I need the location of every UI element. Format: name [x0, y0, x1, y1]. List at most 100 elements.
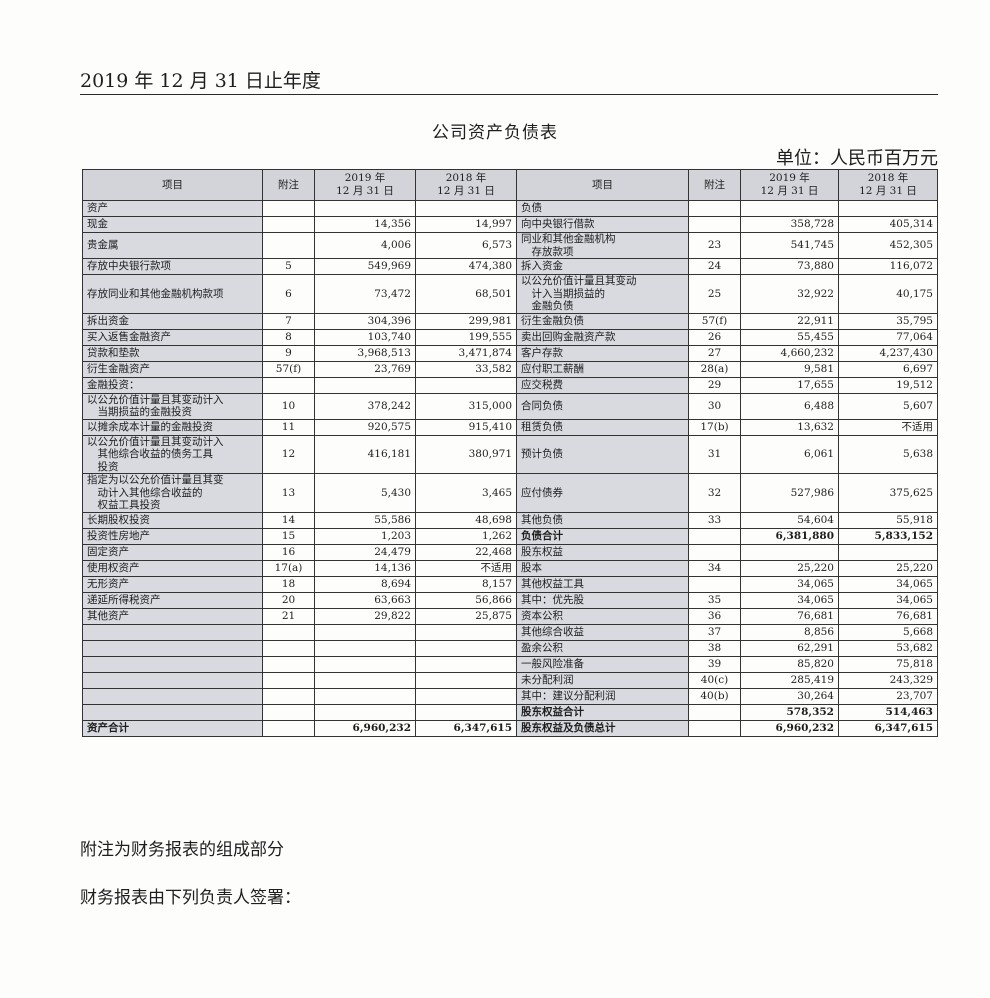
left-note-cell — [262, 655, 315, 673]
left-2019-cell: 1,203 — [314, 527, 416, 545]
left-item-cell: 现金 — [82, 216, 263, 233]
left-note-cell — [262, 703, 315, 721]
right-item-cell: 股东权益合计 — [516, 703, 689, 721]
left-2019-cell — [314, 200, 416, 217]
left-item-cell: 资产合计 — [82, 719, 263, 737]
right-note-cell — [688, 575, 741, 593]
right-2018-cell: 116,072 — [838, 258, 938, 275]
left-item-cell: 贵金属 — [82, 232, 263, 259]
right-note-cell: 37 — [688, 623, 741, 641]
right-2018-cell: 19,512 — [838, 376, 938, 394]
balance-sheet-table: 项目 附注 2019 年 12 月 31 日 2018 年 12 月 31 日 项目… — [82, 169, 938, 737]
right-note-cell — [688, 216, 741, 233]
right-2019-cell: 62,291 — [740, 639, 839, 657]
left-2018-cell: 不适用 — [415, 559, 517, 577]
col-header-2019: 2019 年 12 月 31 日 — [740, 169, 839, 201]
right-2019-cell: 55,455 — [740, 328, 839, 346]
table-row: 以公允价值计量且其变动计入 当期损益的金融投资 10 378,242 315,000 合… — [82, 392, 938, 420]
table-row: 资产 负债 — [82, 200, 938, 217]
left-note-cell: 20 — [262, 591, 315, 609]
right-2018-cell: 34,065 — [838, 575, 938, 593]
right-item-cell: 客户存款 — [516, 344, 689, 362]
left-2019-cell: 416,181 — [314, 434, 416, 474]
left-2019-cell: 23,769 — [314, 360, 416, 378]
right-2019-cell — [740, 200, 839, 217]
right-note-cell: 27 — [688, 344, 741, 362]
right-2018-cell: 375,625 — [838, 473, 938, 513]
left-note-cell: 6 — [262, 274, 315, 314]
right-2019-cell: 30,264 — [740, 687, 839, 705]
left-note-cell: 10 — [262, 392, 315, 420]
right-2019-cell: 6,488 — [740, 392, 839, 420]
right-2018-cell: 55,918 — [838, 511, 938, 529]
right-item-cell: 其中：建议分配利润 — [516, 687, 689, 705]
left-2019-cell: 304,396 — [314, 312, 416, 330]
right-note-cell: 28(a) — [688, 360, 741, 378]
right-item-cell: 合同负债 — [516, 392, 689, 420]
right-2019-cell: 358,728 — [740, 216, 839, 233]
left-item-cell: 拆出资金 — [82, 312, 263, 330]
left-2019-cell: 14,356 — [314, 216, 416, 233]
left-item-cell: 长期股权投资 — [82, 511, 263, 529]
right-2019-cell: 73,880 — [740, 258, 839, 275]
left-note-cell: 14 — [262, 511, 315, 529]
left-note-cell — [262, 376, 315, 394]
left-item-cell: 固定资产 — [82, 543, 263, 561]
table-header-row: 项目 附注 2019 年 12 月 31 日 2018 年 12 月 31 日 项目… — [82, 169, 938, 201]
left-2019-cell: 4,006 — [314, 232, 416, 259]
right-2019-cell: 76,681 — [740, 607, 839, 625]
left-2019-cell: 24,479 — [314, 543, 416, 561]
left-item-cell: 以公允价值计量且其变动计入 其他综合收益的债务工具 投资 — [82, 434, 263, 474]
right-2018-cell: 不适用 — [838, 418, 938, 436]
left-2018-cell: 48,698 — [415, 511, 517, 529]
left-item-cell: 其他资产 — [82, 607, 263, 625]
left-note-cell: 18 — [262, 575, 315, 593]
left-note-cell: 16 — [262, 543, 315, 561]
right-note-cell: 31 — [688, 434, 741, 474]
table-row: 其他资产 21 29,822 25,875 资本公积 36 76,681 76,681 — [82, 607, 938, 625]
left-2019-cell — [314, 655, 416, 673]
left-2019-cell: 103,740 — [314, 328, 416, 346]
right-note-cell: 25 — [688, 274, 741, 314]
left-note-cell: 21 — [262, 607, 315, 625]
right-item-cell: 应付职工薪酬 — [516, 360, 689, 378]
right-note-cell — [688, 719, 741, 737]
left-2019-cell — [314, 376, 416, 394]
right-item-cell: 向中央银行借款 — [516, 216, 689, 233]
left-item-cell: 资产 — [82, 200, 263, 217]
right-2018-cell: 5,668 — [838, 623, 938, 641]
right-note-cell: 35 — [688, 591, 741, 609]
right-note-cell: 40(b) — [688, 687, 741, 705]
right-note-cell: 34 — [688, 559, 741, 577]
left-2018-cell: 8,157 — [415, 575, 517, 593]
left-note-cell: 7 — [262, 312, 315, 330]
left-2018-cell — [415, 655, 517, 673]
col-header-item: 项目 — [516, 169, 689, 201]
table-row: 现金 14,356 14,997 向中央银行借款 358,728 405,314 — [82, 216, 938, 233]
left-2018-cell: 3,465 — [415, 473, 517, 513]
table-row: 指定为以公允价值计量且其变 动计入其他综合收益的 权益工具投资 13 5,430 3,… — [82, 473, 938, 513]
left-item-cell: 贷款和垫款 — [82, 344, 263, 362]
left-2018-cell — [415, 376, 517, 394]
left-item-cell — [82, 623, 263, 641]
table-row: 无形资产 18 8,694 8,157 其他权益工具 34,065 34,065 — [82, 575, 938, 593]
right-2019-cell: 527,986 — [740, 473, 839, 513]
right-2019-cell — [740, 543, 839, 561]
right-2018-cell: 243,329 — [838, 671, 938, 689]
left-note-cell — [262, 200, 315, 217]
left-note-cell: 9 — [262, 344, 315, 362]
right-note-cell: 29 — [688, 376, 741, 394]
right-2018-cell: 5,638 — [838, 434, 938, 474]
left-item-cell — [82, 703, 263, 721]
col-header-2018: 2018 年 12 月 31 日 — [838, 169, 938, 201]
right-note-cell: 36 — [688, 607, 741, 625]
left-2019-cell: 378,242 — [314, 392, 416, 420]
left-note-cell — [262, 232, 315, 259]
right-2018-cell: 6,697 — [838, 360, 938, 378]
right-2019-cell: 25,220 — [740, 559, 839, 577]
right-note-cell: 39 — [688, 655, 741, 673]
left-item-cell: 递延所得税资产 — [82, 591, 263, 609]
left-2019-cell: 29,822 — [314, 607, 416, 625]
right-2018-cell: 5,833,152 — [838, 527, 938, 545]
right-2018-cell: 514,463 — [838, 703, 938, 721]
